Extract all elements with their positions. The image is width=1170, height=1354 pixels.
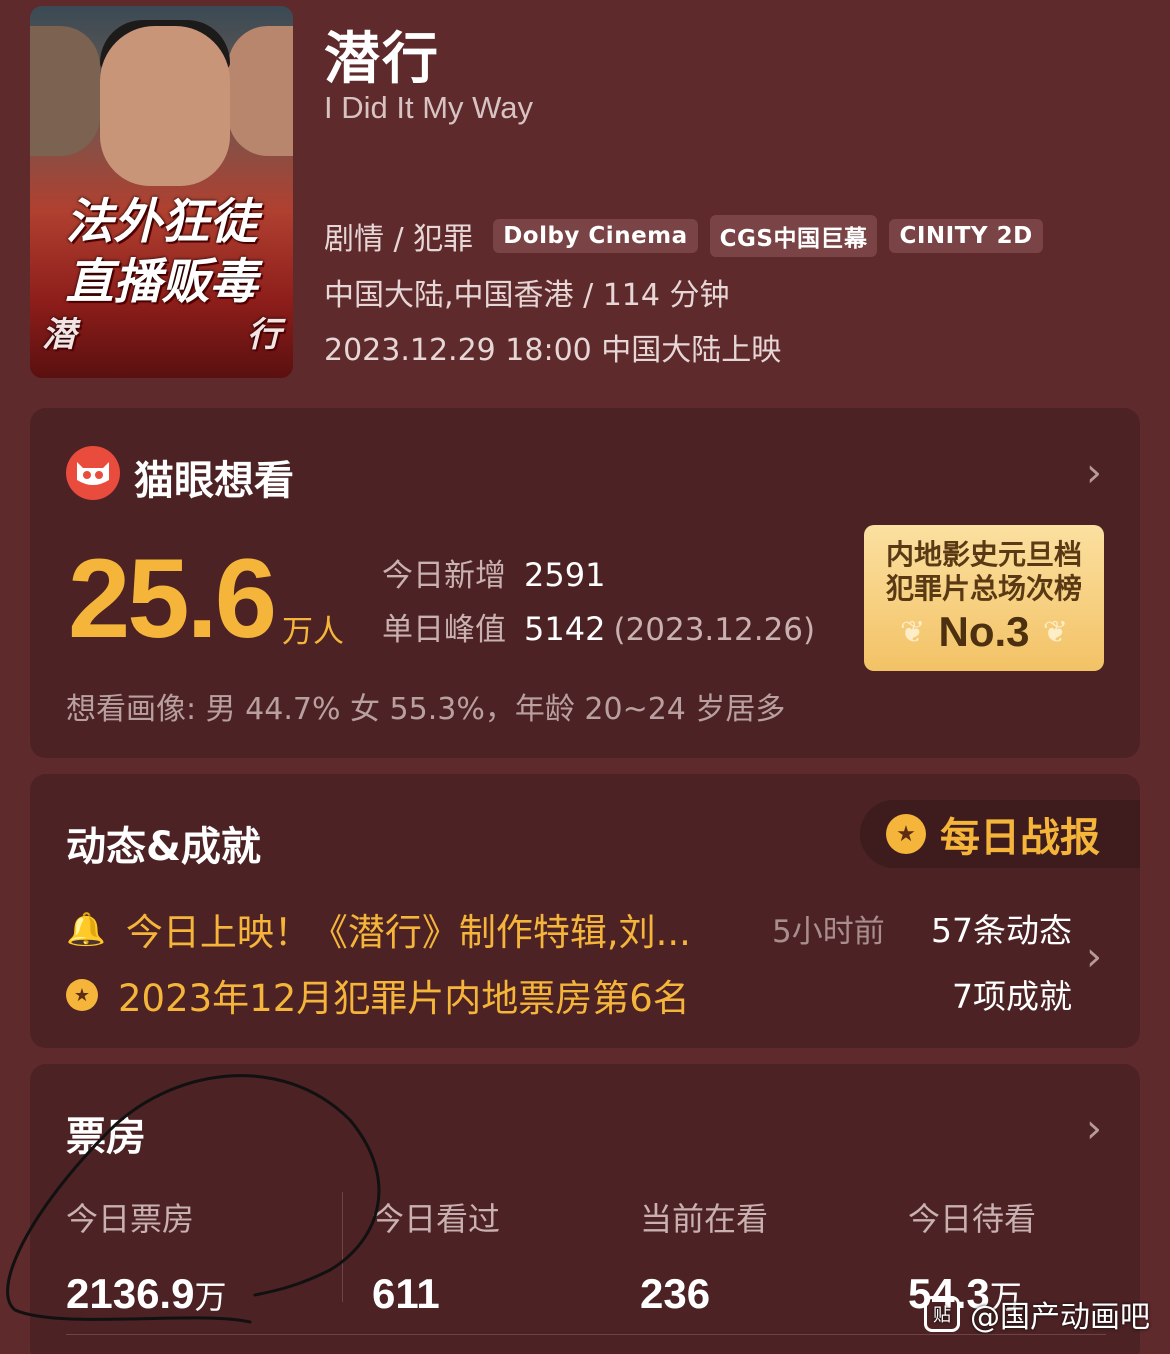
poster-figure-right [228,26,293,156]
genre-row: 剧情 / 犯罪 Dolby Cinema CGS中国巨幕 CINITY 2D [324,214,1043,258]
news-count[interactable]: 57条动态 [931,904,1072,952]
maoyan-logo-icon [66,446,120,500]
watching-now: 当前在看 236 [640,1194,768,1318]
daily-peak-row: 单日峰值 5142 (2023.12.26) [382,604,815,649]
poster-tagline-1: 法外狂徒 [65,194,258,250]
watching-now-label: 当前在看 [640,1200,769,1238]
news-item-latest[interactable]: 🔔 今日上映！《潜行》制作特辑,刘... [66,902,691,956]
pending-today-label: 今日待看 [908,1200,1037,1238]
movie-english-title: I Did It My Way [324,90,533,125]
watermark: 贴 @国产动画吧 [924,1292,1150,1336]
achievement-medal-icon: ★ [66,979,98,1011]
daily-report-button[interactable]: ★ 每日战报 [860,800,1140,868]
poster-figure-face [100,26,230,186]
news-item-text: 今日上映！《潜行》制作特辑,刘... [125,911,691,954]
today-new-row: 今日新增 2591 [382,550,605,595]
daily-peak-date: (2023.12.26) [613,612,816,648]
format-tag-cgs: CGS中国巨幕 [709,215,878,257]
movie-poster[interactable]: 法外狂徒 直播贩毒 潜 行 [30,6,293,378]
ranking-line-2: 犯罪片总场次榜 [885,572,1082,605]
movie-title: 潜行 [324,27,440,92]
box-office-value: 2136.9万 [66,1270,227,1317]
chevron-right-icon[interactable]: › [1086,1106,1102,1152]
today-new-label: 今日新增 [382,558,506,594]
achievement-text: 2023年12月犯罪片内地票房第6名 [118,977,690,1020]
daily-report-label: 每日战报 [940,815,1100,861]
achievement-count[interactable]: 7项成就 [952,970,1072,1018]
format-tag-cinity: CINITY 2D [889,219,1043,253]
daily-peak-value: 5142 [524,610,606,648]
achievement-item[interactable]: ★ 2023年12月犯罪片内地票房第6名 [66,968,690,1022]
movie-genre: 剧情 / 犯罪 [324,222,474,257]
watched-today-value: 611 [372,1270,440,1317]
poster-brand-left: 潜 [42,315,76,355]
poster-brand-right: 行 [247,315,281,355]
want-to-see-title: 猫眼想看 [134,458,294,504]
column-divider [342,1192,343,1302]
medal-icon: ★ [886,814,926,854]
daily-peak-label: 单日峰值 [382,612,506,648]
movie-region-duration: 中国大陆,中国香港 / 114 分钟 [324,278,730,313]
chevron-right-icon[interactable]: › [1086,450,1102,496]
box-office-today: 今日票房 2136.9万 [66,1194,226,1318]
watching-now-value: 236 [640,1270,711,1317]
want-to-see-count: 25.6 [68,536,277,661]
ranking-line-1: 内地影史元旦档 [885,538,1082,571]
watermark-text: @国产动画吧 [970,1300,1150,1335]
news-achievements-card[interactable]: 动态&成就 ★ 每日战报 🔔 今日上映！《潜行》制作特辑,刘... 5小时前 5… [30,774,1140,1048]
want-to-see-unit: 万人 [282,614,344,650]
news-title: 动态&成就 [66,824,261,870]
laurel-right-icon: ❦ [1042,615,1068,650]
box-office-label: 今日票房 [66,1200,195,1238]
chevron-right-icon[interactable]: › [1086,934,1102,980]
movie-release-date: 2023.12.29 18:00 中国大陆上映 [324,333,782,368]
watched-today: 今日看过 611 [372,1194,500,1318]
laurel-left-icon: ❦ [900,615,926,650]
box-office-title: 票房 [66,1114,146,1160]
want-to-see-card[interactable]: 猫眼想看 › 25.6 万人 今日新增 2591 单日峰值 5142 (2023… [30,408,1140,758]
watched-today-label: 今日看过 [372,1200,501,1238]
tieba-icon: 贴 [924,1296,960,1332]
format-tag-dolby: Dolby Cinema [493,219,698,253]
poster-brand: 潜 行 [36,318,287,352]
news-item-time: 5小时前 [772,914,885,950]
audience-portrait: 想看画像: 男 44.7% 女 55.3%，年龄 20~24 岁居多 [66,692,786,727]
poster-tagline-2: 直播贩毒 [65,254,258,310]
poster-figure-left [30,26,100,156]
ranking-badge[interactable]: 内地影史元旦档 犯罪片总场次榜 No.3 ❦ ❦ [864,525,1104,671]
today-new-value: 2591 [524,556,606,594]
bell-icon: 🔔 [66,910,106,948]
